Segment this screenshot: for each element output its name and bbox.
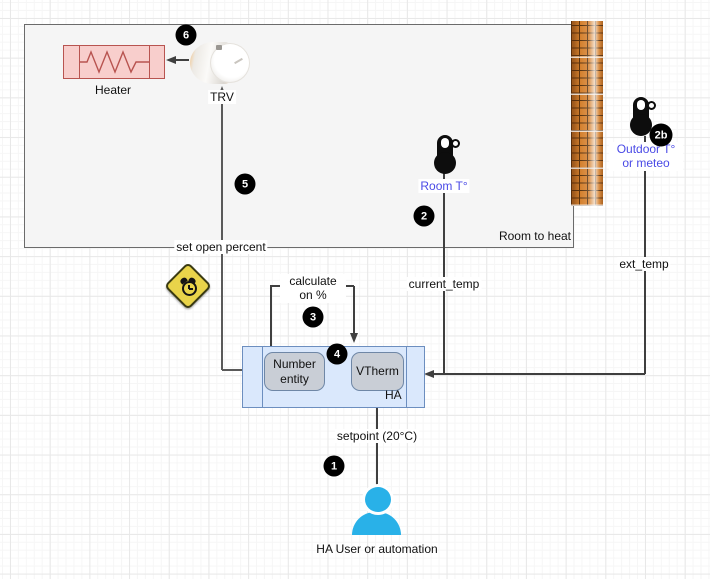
vtherm-node: VTherm <box>351 352 404 391</box>
step-badge-3: 3 <box>303 307 324 328</box>
alarm-face <box>182 281 197 296</box>
edge-ext-temp-v <box>644 136 646 374</box>
edge-ext-temp-h <box>434 373 645 375</box>
alarm-clock-icon <box>180 278 196 294</box>
heater-node <box>63 45 165 79</box>
degree-mark-icon <box>647 101 656 110</box>
user-label: HA User or automation <box>316 542 437 556</box>
ha-left-bar <box>262 347 263 407</box>
trv-button <box>216 45 222 50</box>
brick-wall-icon <box>571 21 603 206</box>
step-badge-6: 6 <box>176 25 197 46</box>
edge-ext-temp-arrowhead <box>424 370 434 378</box>
step-badge-2: 2 <box>414 206 435 227</box>
resistor-icon <box>79 46 149 78</box>
number-entity-node: Number entity <box>264 352 325 391</box>
heater-right-bar <box>149 46 150 78</box>
edge-calculate-right <box>353 286 355 333</box>
edge-calculate-left <box>270 286 272 346</box>
edge-current-temp <box>443 173 445 374</box>
step-badge-1: 1 <box>324 456 345 477</box>
heater-label: Heater <box>95 83 131 97</box>
user-shoulders <box>352 512 401 535</box>
step-badge-4: 4 <box>327 344 348 365</box>
thermometer-bulb <box>434 152 456 174</box>
user-icon <box>352 486 401 535</box>
edge-set-open-percent-v <box>221 91 223 370</box>
room-thermometer-icon <box>434 135 460 174</box>
ext-temp-label: ext_temp <box>617 257 670 271</box>
edge-trv-to-heater-arrowhead <box>166 56 176 64</box>
trv-valve-icon <box>189 40 251 86</box>
outdoor-temp-label: Outdoor T° or meteo <box>609 142 683 171</box>
room-temp-label: Room T° <box>418 179 469 193</box>
diagram-canvas: Heater TRV Room T° Outdoor T° or meteo N… <box>0 0 710 579</box>
ha-label: HA <box>385 388 402 402</box>
step-badge-2b: 2b <box>650 124 673 147</box>
room-caption: Room to heat <box>431 229 571 243</box>
ha-right-bar <box>406 347 407 407</box>
current-temp-label: current_temp <box>407 277 482 291</box>
trv-label: TRV <box>208 90 236 104</box>
edge-calculate-arrowhead <box>350 333 358 343</box>
step-badge-5: 5 <box>235 174 256 195</box>
edge-setpoint <box>376 401 378 487</box>
user-head <box>365 487 391 512</box>
alarm-diamond-icon <box>164 262 212 310</box>
set-open-percent-label: set open percent <box>174 240 267 254</box>
setpoint-label: setpoint (20°C) <box>335 429 419 443</box>
degree-mark-icon <box>451 139 460 148</box>
calculate-label: calculate on % <box>280 274 346 303</box>
edge-trv-to-heater <box>176 59 189 61</box>
